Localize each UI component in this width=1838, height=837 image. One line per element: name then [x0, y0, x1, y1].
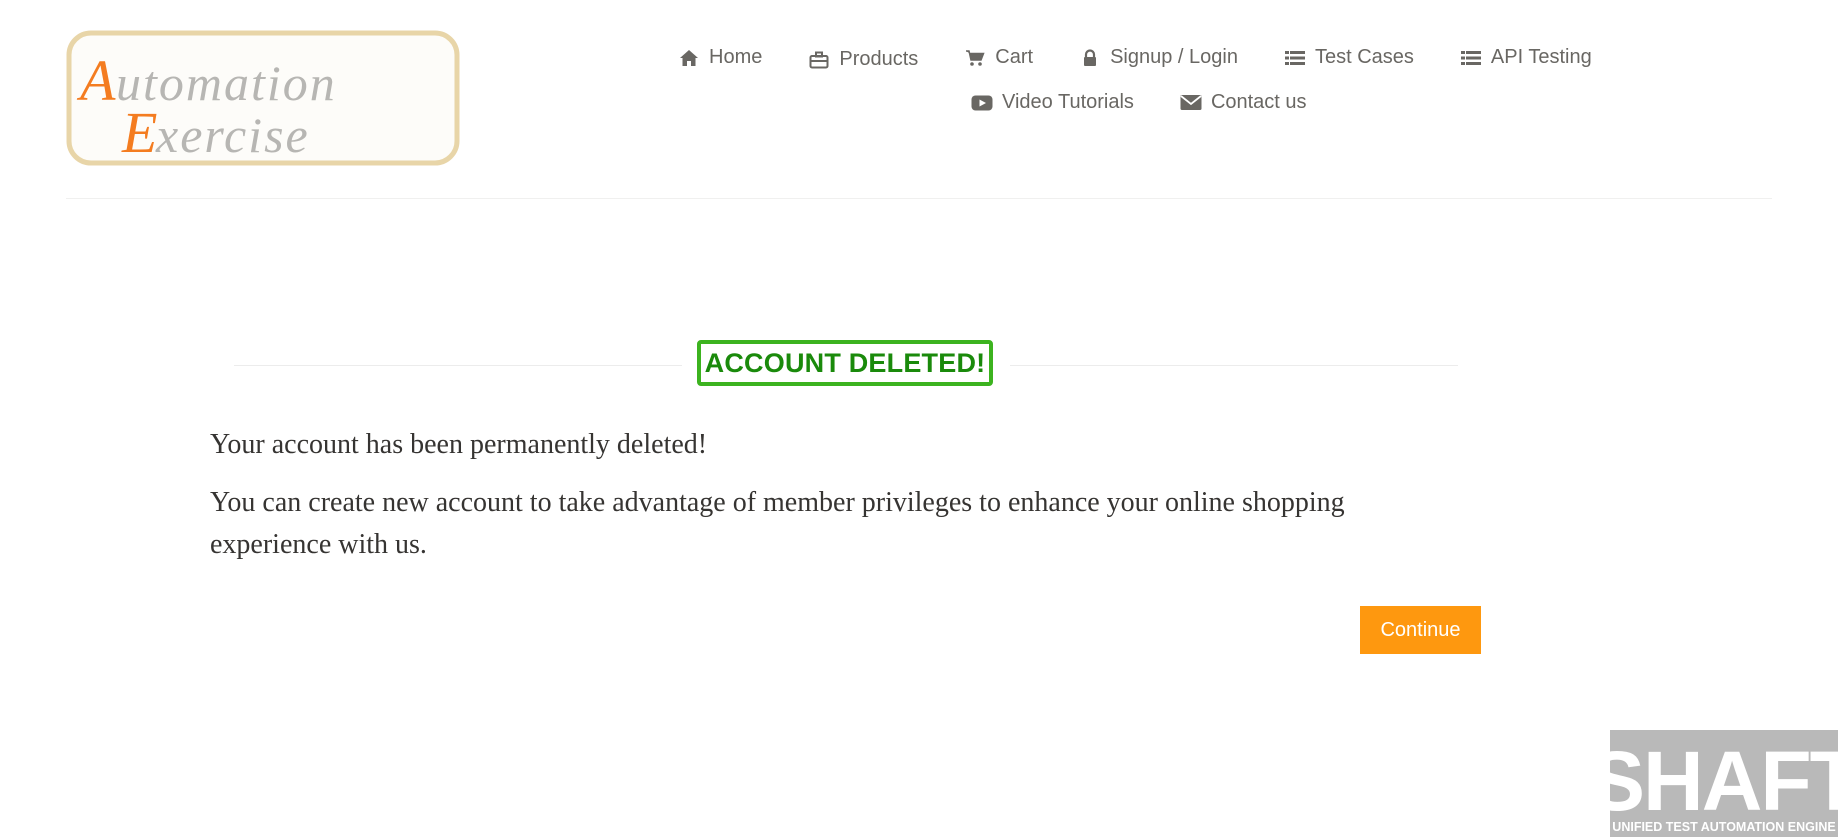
- shaft-logo: SHAFT UNIFIED TEST AUTOMATION ENGINE: [1610, 730, 1838, 837]
- site-header: A utomation E xercise Home Products Cart: [0, 0, 1838, 200]
- nav-api-testing[interactable]: API Testing: [1460, 46, 1592, 69]
- list-icon: [1460, 47, 1482, 69]
- nav-video-tutorials[interactable]: Video Tutorials: [971, 91, 1134, 114]
- logo-word-rest-2: xercise: [155, 107, 310, 163]
- main-nav-row-2: Video Tutorials Contact us: [971, 91, 1353, 114]
- nav-contact-us-label: Contact us: [1210, 91, 1307, 113]
- nav-products-label: Products: [839, 48, 919, 70]
- nav-contact-us[interactable]: Contact us: [1180, 91, 1307, 114]
- nav-cart[interactable]: Cart: [964, 46, 1033, 69]
- list-icon: [1284, 47, 1306, 69]
- nav-video-tutorials-label: Video Tutorials: [1002, 91, 1134, 113]
- main-nav-row-1: Home Products Cart Signup / Login Test C…: [678, 46, 1638, 71]
- nav-test-cases-label: Test Cases: [1314, 46, 1414, 68]
- header-divider: [66, 198, 1772, 199]
- logo-letter-a: A: [76, 48, 116, 113]
- shaft-watermark: SHAFT UNIFIED TEST AUTOMATION ENGINE: [1610, 730, 1838, 837]
- nav-test-cases[interactable]: Test Cases: [1284, 46, 1414, 69]
- site-logo[interactable]: A utomation E xercise: [66, 30, 460, 166]
- title-divider-right: [1010, 365, 1458, 366]
- nav-signup-login[interactable]: Signup / Login: [1079, 46, 1238, 69]
- envelope-icon: [1180, 92, 1202, 114]
- continue-button[interactable]: Continue: [1360, 606, 1481, 654]
- cart-icon: [964, 47, 986, 69]
- nav-home-label: Home: [709, 46, 763, 68]
- lock-icon: [1079, 47, 1101, 69]
- nav-cart-label: Cart: [995, 46, 1034, 68]
- nav-api-testing-label: API Testing: [1490, 46, 1592, 68]
- account-deleted-title: ACCOUNT DELETED!: [697, 340, 993, 386]
- new-account-message: You can create new account to take advan…: [210, 487, 1345, 560]
- automation-exercise-logo: A utomation E xercise: [66, 30, 460, 166]
- title-divider-left: [234, 365, 682, 366]
- nav-products[interactable]: Products: [808, 48, 918, 71]
- nav-signup-login-label: Signup / Login: [1110, 46, 1238, 68]
- logo-letter-e: E: [121, 100, 157, 165]
- shaft-small-text: UNIFIED TEST AUTOMATION ENGINE: [1612, 820, 1835, 834]
- home-icon: [678, 47, 700, 69]
- shaft-big-text: SHAFT: [1610, 734, 1838, 828]
- deleted-message: Your account has been permanently delete…: [210, 429, 708, 460]
- youtube-play-icon: [971, 92, 993, 114]
- briefcase-icon: [808, 49, 830, 71]
- nav-home[interactable]: Home: [678, 46, 762, 69]
